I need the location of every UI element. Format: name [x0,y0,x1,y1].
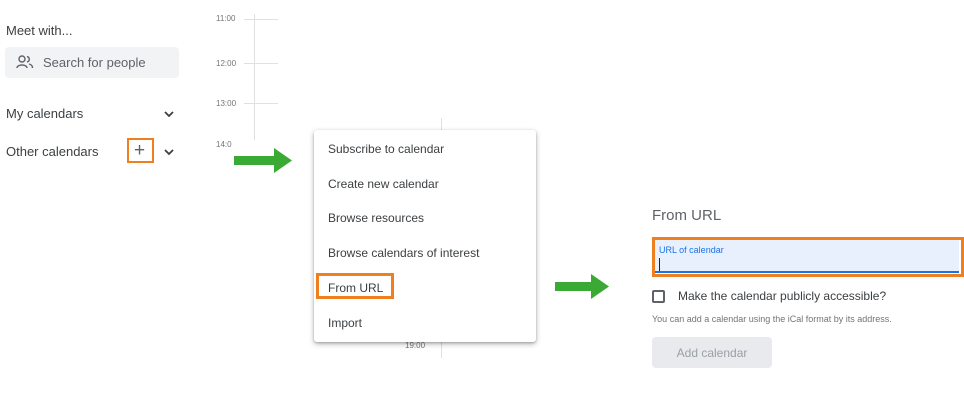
chevron-down-icon[interactable] [163,146,175,158]
meet-with-heading: Meet with... [6,23,73,38]
arrow-right-icon [234,148,292,173]
public-checkbox-label: Make the calendar publicly accessible? [678,289,887,303]
hour-gridline [244,19,278,20]
hour-label: 13:00 [216,99,237,108]
hour-label: 19:00 [405,341,426,350]
menu-item-subscribe[interactable]: Subscribe to calendar [328,142,444,156]
arrow-right-icon [555,274,609,299]
menu-item-create-new[interactable]: Create new calendar [328,177,439,191]
public-checkbox[interactable] [652,290,665,303]
search-people-input[interactable]: Search for people [5,47,179,78]
add-other-calendars-button[interactable]: + [127,138,154,163]
add-calendar-button[interactable]: Add calendar [652,337,772,368]
hour-gridline [244,63,278,64]
day-column-divider [254,14,255,140]
url-field-highlight [652,237,964,277]
other-calendars-heading[interactable]: Other calendars [6,144,99,159]
hour-label: 11:00 [216,14,236,23]
chevron-down-icon[interactable] [163,108,175,120]
plus-icon: + [134,140,146,161]
add-calendar-button-label: Add calendar [676,346,748,360]
hour-label: 12:00 [216,59,237,68]
from-url-title: From URL [652,207,722,224]
add-calendar-menu: Subscribe to calendar Create new calenda… [314,130,536,342]
people-icon [16,55,34,69]
menu-item-browse-resources[interactable]: Browse resources [328,211,424,225]
my-calendars-heading[interactable]: My calendars [6,106,83,121]
ical-hint: You can add a calendar using the iCal fo… [652,314,892,324]
menu-item-import[interactable]: Import [328,316,362,330]
hour-gridline [244,103,278,104]
menu-item-browse-interest[interactable]: Browse calendars of interest [328,246,479,260]
hour-label: 14:0 [216,140,232,149]
search-people-placeholder: Search for people [43,55,146,70]
from-url-highlight [316,273,394,299]
